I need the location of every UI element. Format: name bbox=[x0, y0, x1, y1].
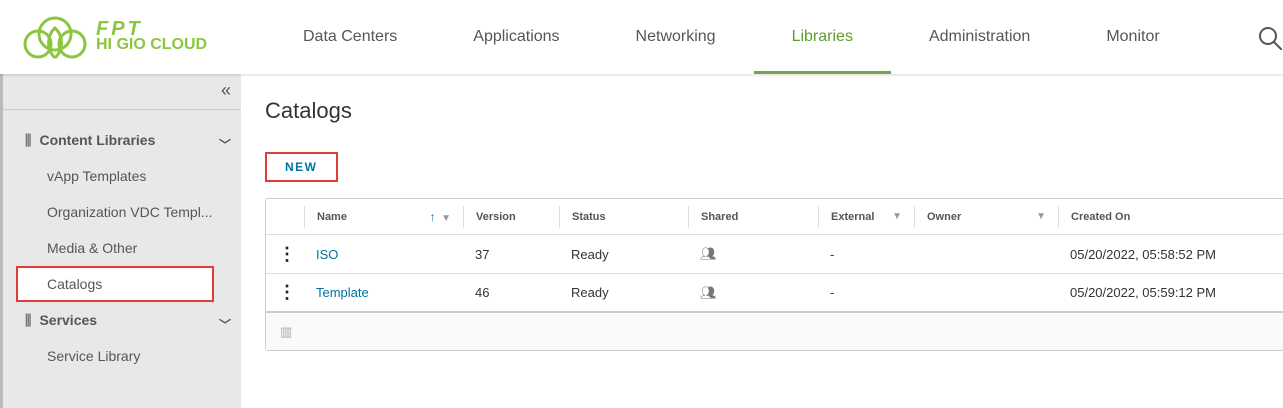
table-row[interactable]: ⋮ Template 46 Ready 👥︎ - 05/20/2022, 05:… bbox=[266, 274, 1283, 313]
shared-users-icon: 👥︎ bbox=[688, 274, 818, 311]
version: 46 bbox=[463, 274, 559, 311]
filter-icon[interactable]: ▼ bbox=[892, 211, 902, 222]
sidebar-item-org-vdc-templates[interactable]: Organization VDC Templ... bbox=[3, 194, 241, 230]
new-catalog-button[interactable]: NEW bbox=[265, 152, 338, 182]
table-header: Name↑ ▼ Version Status Shared External▼ … bbox=[266, 199, 1283, 235]
col-owner[interactable]: Owner▼ bbox=[914, 206, 1058, 228]
owner bbox=[914, 235, 1058, 273]
filter-icon[interactable]: ▼ bbox=[441, 213, 451, 224]
cloud-logo-icon bbox=[20, 14, 90, 60]
nav-networking[interactable]: Networking bbox=[598, 0, 754, 74]
col-external[interactable]: External▼ bbox=[818, 206, 914, 228]
nav-libraries[interactable]: Libraries bbox=[754, 0, 891, 74]
group-label: Services bbox=[39, 312, 97, 328]
nav-administration[interactable]: Administration bbox=[891, 0, 1068, 74]
created-on: 05/20/2022, 05:58:52 PM bbox=[1058, 235, 1283, 273]
sidebar-item-service-library[interactable]: Service Library bbox=[3, 338, 241, 374]
col-shared[interactable]: Shared bbox=[688, 206, 818, 228]
sidebar: « ⫼ Content Libraries ﹀ vApp Templates Org… bbox=[0, 74, 241, 408]
main-nav: Data Centers Applications Networking Lib… bbox=[265, 0, 1198, 74]
top-header: FPTHI GIO CLOUD Data Centers Application… bbox=[0, 0, 1283, 74]
created-on: 05/20/2022, 05:59:12 PM bbox=[1058, 274, 1283, 311]
nav-monitor[interactable]: Monitor bbox=[1068, 0, 1197, 74]
row-actions-icon[interactable]: ⋮ bbox=[266, 235, 304, 273]
owner bbox=[914, 274, 1058, 311]
version: 37 bbox=[463, 235, 559, 273]
external: - bbox=[818, 274, 914, 311]
brand-line2: HI GIO CLOUD bbox=[96, 37, 207, 53]
chevron-down-icon[interactable]: ﹀ bbox=[219, 316, 231, 333]
group-label: Content Libraries bbox=[39, 132, 155, 148]
table-footer: ▥ bbox=[266, 313, 1283, 350]
table-row[interactable]: ⋮ ISO 37 Ready 👥︎ - 05/20/2022, 05:58:52… bbox=[266, 235, 1283, 274]
chevron-down-icon[interactable]: ﹀ bbox=[219, 136, 231, 153]
col-name[interactable]: Name↑ ▼ bbox=[304, 206, 463, 228]
sidebar-group-content-libraries[interactable]: ⫼ Content Libraries ﹀ bbox=[3, 122, 241, 158]
library-icon: ⫼ bbox=[25, 312, 31, 329]
brand-line1: FPT bbox=[96, 21, 207, 37]
sort-asc-icon[interactable]: ↑ bbox=[430, 210, 436, 224]
sidebar-item-vapp-templates[interactable]: vApp Templates bbox=[3, 158, 241, 194]
catalogs-table: Name↑ ▼ Version Status Shared External▼ … bbox=[265, 198, 1283, 351]
shared-users-icon: 👥︎ bbox=[688, 235, 818, 273]
catalog-name-link[interactable]: Template bbox=[304, 274, 463, 311]
sidebar-group-services[interactable]: ⫼ Services ﹀ bbox=[3, 302, 241, 338]
col-created-on[interactable]: Created On bbox=[1058, 206, 1283, 228]
status: Ready bbox=[559, 235, 688, 273]
sidebar-item-catalogs[interactable]: Catalogs bbox=[16, 266, 214, 302]
page-title: Catalogs bbox=[265, 98, 352, 124]
column-toggle-icon[interactable]: ▥ bbox=[280, 324, 292, 340]
col-status[interactable]: Status bbox=[559, 206, 688, 228]
nav-data-centers[interactable]: Data Centers bbox=[265, 0, 435, 74]
brand-logo[interactable]: FPTHI GIO CLOUD bbox=[20, 14, 207, 60]
library-icon: ⫼ bbox=[25, 132, 31, 149]
filter-icon[interactable]: ▼ bbox=[1036, 211, 1046, 222]
nav-applications[interactable]: Applications bbox=[435, 0, 597, 74]
col-version[interactable]: Version bbox=[463, 206, 559, 228]
external: - bbox=[818, 235, 914, 273]
sidebar-item-media-other[interactable]: Media & Other bbox=[3, 230, 241, 266]
status: Ready bbox=[559, 274, 688, 311]
row-actions-icon[interactable]: ⋮ bbox=[266, 274, 304, 311]
search-icon[interactable] bbox=[1258, 26, 1282, 50]
catalog-name-link[interactable]: ISO bbox=[304, 235, 463, 273]
main-content: Catalogs NEW Name↑ ▼ Version Status Shar… bbox=[265, 74, 352, 182]
collapse-sidebar-button[interactable]: « bbox=[3, 74, 241, 110]
